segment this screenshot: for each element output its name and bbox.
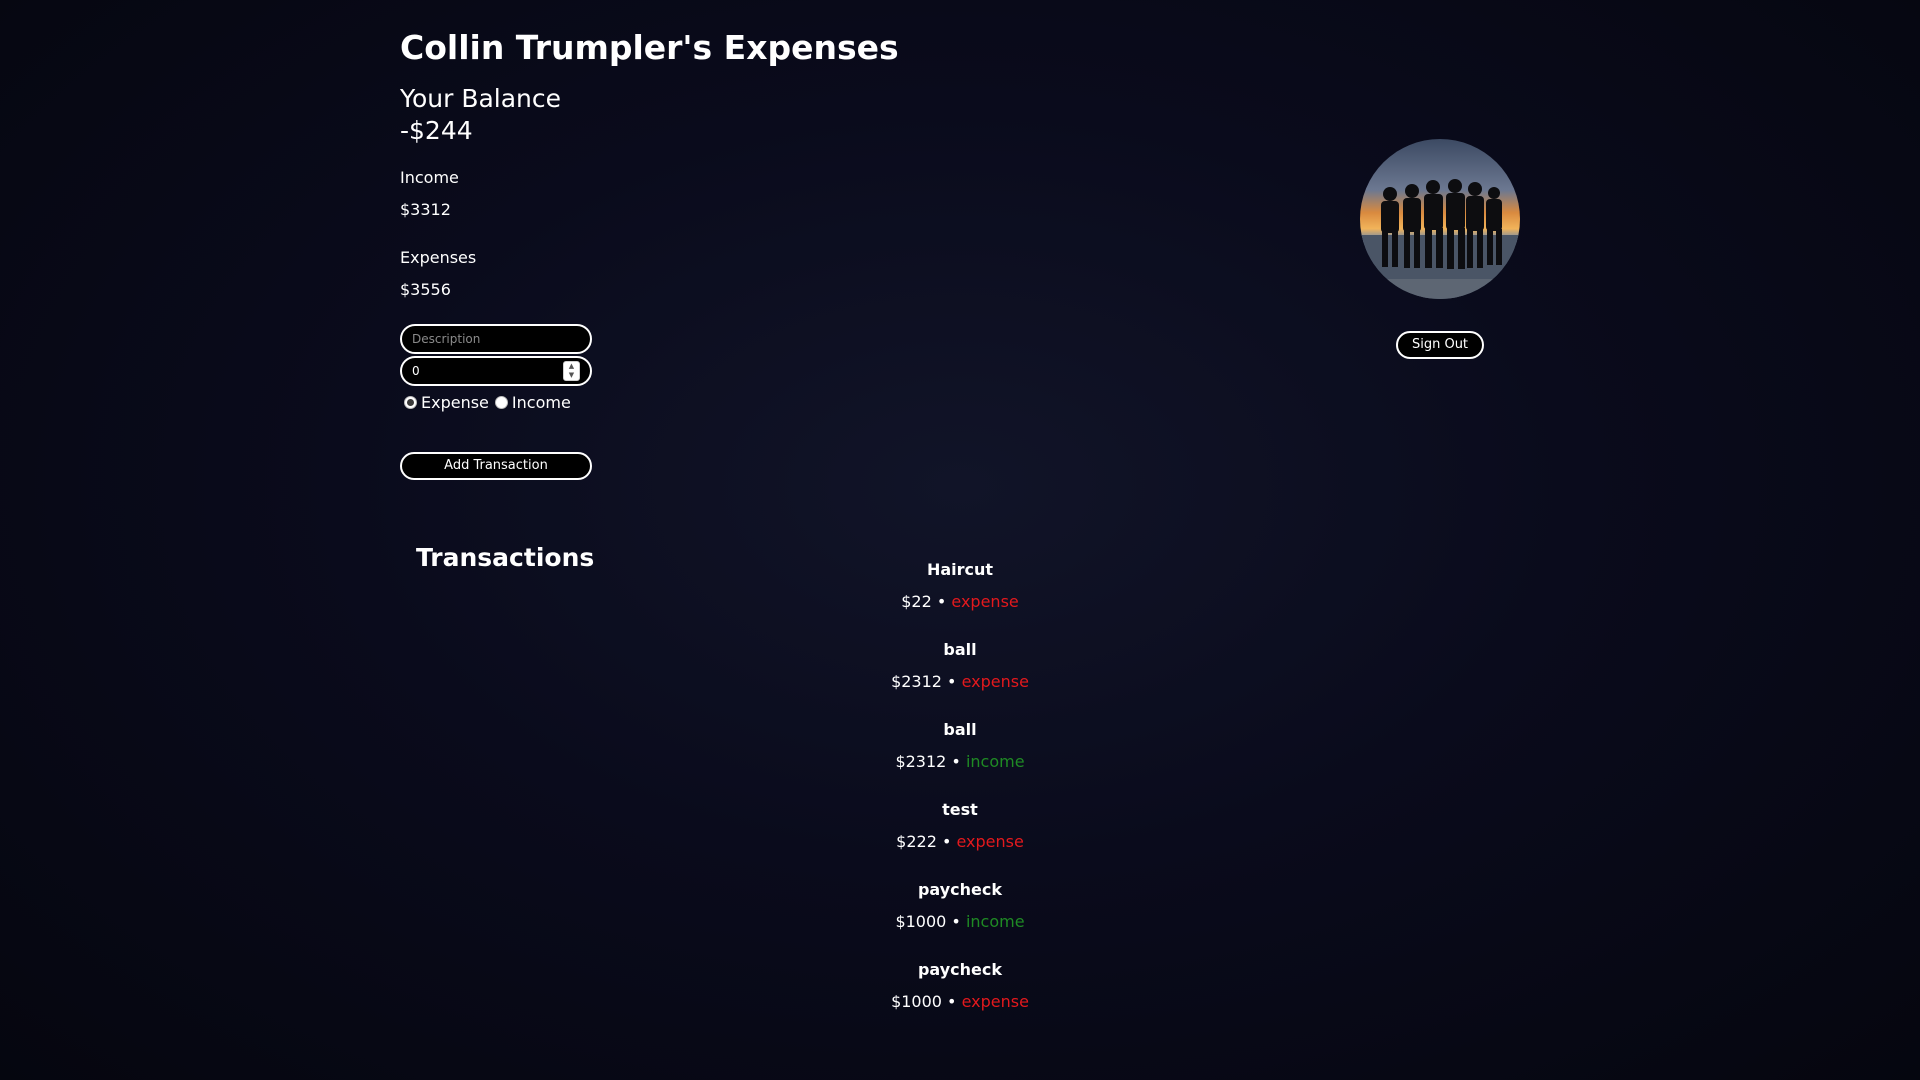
transaction-type: income [965,912,1025,931]
transaction-detail: $2312 • income [760,751,1160,773]
transaction-amount: $1000 [891,992,942,1011]
transaction-detail: $222 • expense [760,831,1160,853]
transaction-description: ball [943,640,977,659]
group-silhouette-icon [1360,139,1520,299]
chevron-up-icon[interactable]: ▲ [564,362,579,371]
avatar [1360,139,1520,299]
income-radio[interactable] [494,395,508,409]
transaction-type: expense [961,992,1029,1011]
transaction-item: test $222 • expense [760,799,1160,879]
add-transaction-button[interactable]: Add Transaction [400,452,592,480]
transaction-detail: $2312 • expense [760,671,1160,693]
transaction-description: ball [943,720,977,739]
income-radio-label[interactable]: Income [512,393,571,412]
transaction-amount: $2312 [895,752,947,771]
balance-label: Your Balance [400,84,562,113]
expense-radio[interactable] [404,395,417,409]
transaction-separator: • [941,672,962,691]
amount-stepper[interactable]: ▲ ▼ [563,361,580,381]
balance-value: -$244 [400,116,473,145]
transaction-item: ball $2312 • expense [760,639,1160,719]
transaction-list: Haircut $22 • expense ball $2312 • expense b… [760,559,1160,1039]
transaction-description: paycheck [917,960,1003,979]
transaction-amount: $22 [901,592,932,611]
transaction-detail: $22 • expense [760,591,1160,613]
transaction-item: Haircut $22 • expense [760,559,1160,639]
page-title: Collin Trumpler's Expenses [400,28,899,67]
transaction-item: paycheck $1000 • income [760,879,1160,959]
expense-radio-label[interactable]: Expense [421,393,489,412]
transactions-heading: Transactions [416,543,595,572]
transaction-separator: • [946,912,966,931]
chevron-down-icon[interactable]: ▼ [564,371,579,380]
transaction-amount: $222 [896,832,937,851]
transaction-type: expense [951,592,1019,611]
transaction-description: paycheck [917,880,1003,899]
sign-out-button[interactable]: Sign Out [1396,331,1484,359]
transaction-item: ball $2312 • income [760,719,1160,799]
transaction-separator: • [941,992,962,1011]
transaction-separator: • [946,752,966,771]
transaction-description: Haircut [926,560,994,579]
transaction-type: expense [956,832,1024,851]
transaction-type-radio-group: Expense Income [404,392,577,412]
transaction-separator: • [936,832,957,851]
description-input[interactable] [400,324,592,354]
expenses-label: Expenses [400,248,477,267]
transaction-separator: • [931,592,952,611]
transaction-description: test [942,800,978,819]
transaction-detail: $1000 • income [760,911,1160,933]
transaction-type: income [965,752,1025,771]
transaction-item: paycheck $1000 • expense [760,959,1160,1039]
transaction-amount: $1000 [895,912,947,931]
income-label: Income [400,168,459,187]
transaction-detail: $1000 • expense [760,991,1160,1013]
expenses-value: $3556 [400,280,451,299]
transaction-type: expense [961,672,1029,691]
transaction-amount: $2312 [891,672,942,691]
income-value: $3312 [400,200,451,219]
